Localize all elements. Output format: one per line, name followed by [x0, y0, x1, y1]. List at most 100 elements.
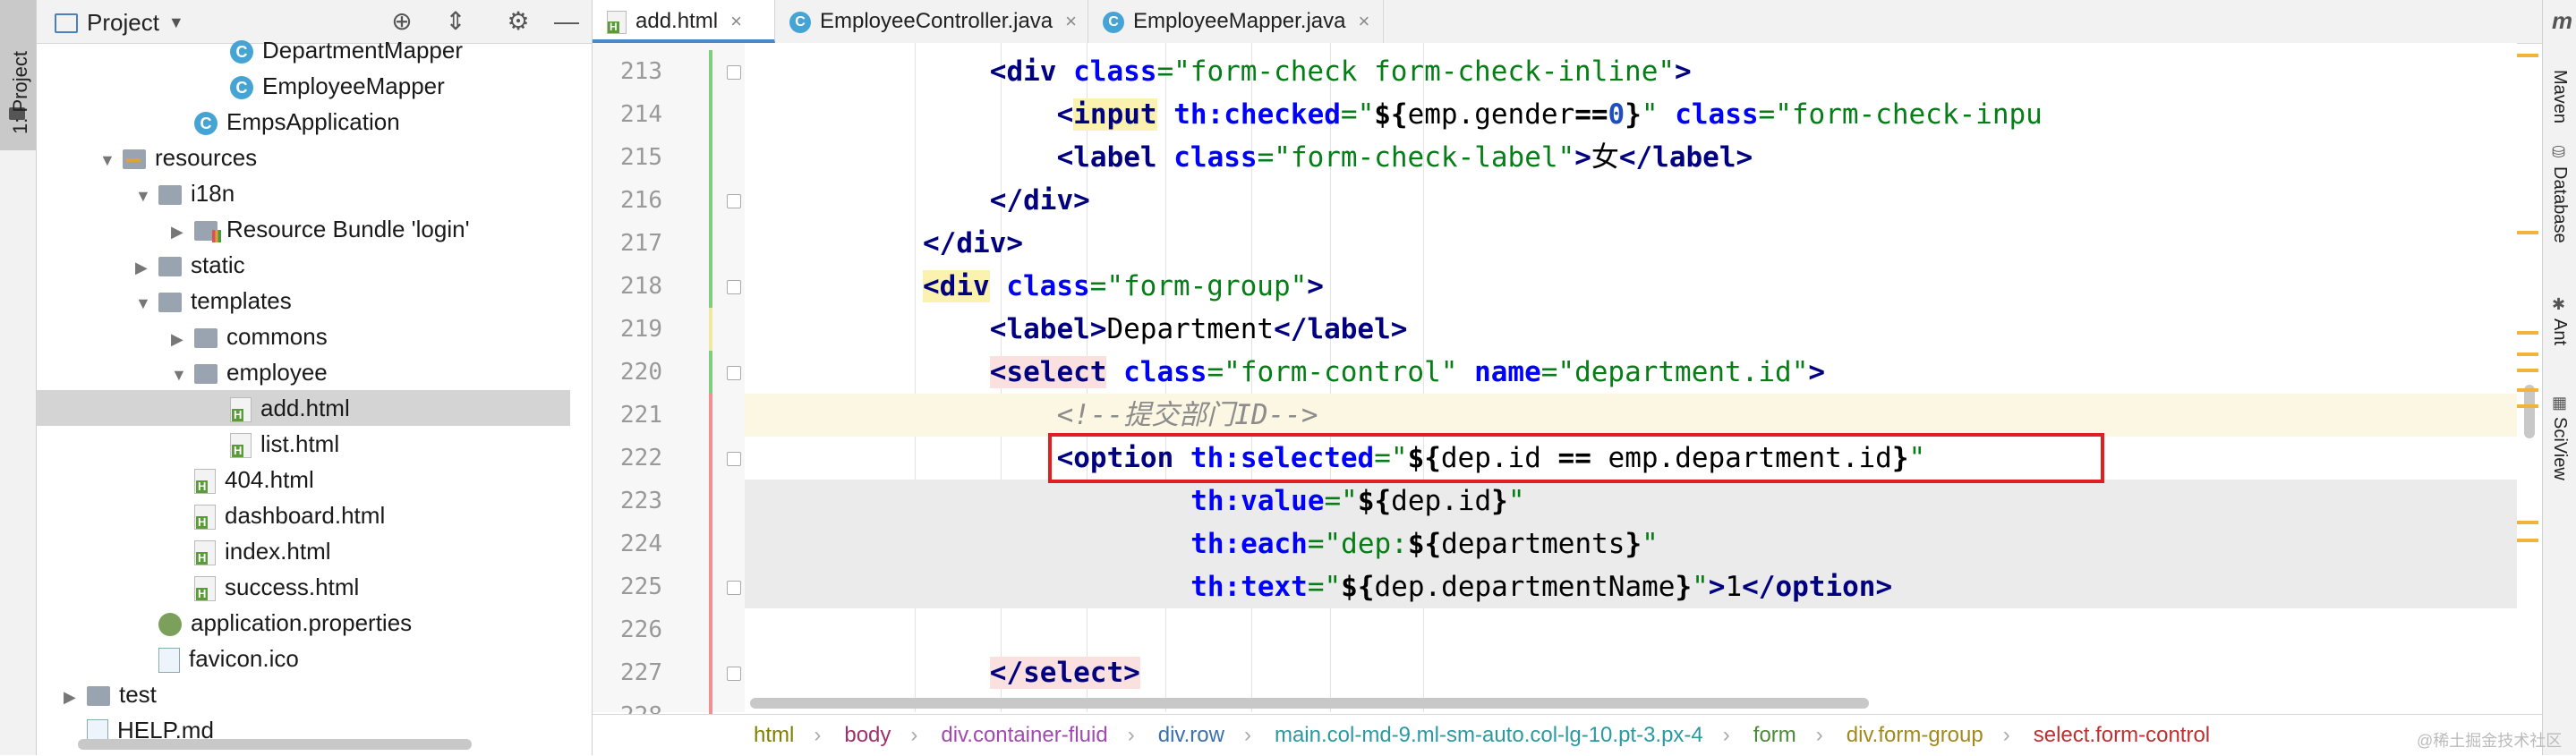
error-stripe-mark[interactable] [2517, 404, 2538, 408]
tree-item[interactable]: ▶ Resource Bundle 'login' [37, 211, 570, 247]
fold-marker-icon[interactable] [727, 280, 741, 294]
project-panel: Project ▼ ⊕ ⇕ ⚙ — C DepartmentMapper C Empl… [37, 0, 593, 755]
chevron-down-icon[interactable]: ▼ [171, 357, 194, 393]
close-icon[interactable]: × [730, 10, 742, 32]
error-stripe-mark[interactable] [2517, 54, 2538, 57]
tree-item[interactable]: ▶ commons [37, 319, 570, 354]
current-line-highlight [745, 394, 2517, 437]
right-tool-tab[interactable]: Ant [2549, 319, 2570, 345]
chevron-right-icon[interactable]: ▶ [171, 321, 194, 357]
fold-marker-icon[interactable] [727, 65, 741, 80]
error-stripe-mark[interactable] [2517, 353, 2538, 356]
code-token: =" [1340, 98, 1375, 131]
class-icon: C [194, 112, 218, 136]
fold-marker-icon[interactable] [727, 366, 741, 380]
tree-item[interactable]: ▼ i18n [37, 175, 570, 211]
breadcrumb-item[interactable]: div.form-group [1847, 723, 1983, 747]
breadcrumb-item[interactable]: div.container-fluid [941, 723, 1107, 747]
error-stripe-mark[interactable] [2517, 388, 2538, 392]
chevron-down-icon[interactable]: ▼ [135, 178, 158, 214]
right-tool-tab[interactable]: Maven [2549, 70, 2570, 123]
error-stripe-mark[interactable] [2517, 331, 2538, 335]
editor-vertical-scrollbar[interactable] [2524, 385, 2535, 438]
code-token: <label> [989, 313, 1107, 345]
editor-tab[interactable]: C EmployeeMapper.java × [1088, 0, 1384, 43]
tree-item[interactable]: ▶ static [37, 247, 570, 283]
project-tool-tab[interactable]: 1: Project [0, 0, 36, 150]
code-token: > [1675, 55, 1692, 88]
fold-marker-icon[interactable] [727, 667, 741, 681]
editor-tab[interactable]: C EmployeeController.java × [775, 0, 1088, 43]
indent-guide [915, 43, 916, 712]
line-number: 215 [620, 144, 662, 171]
editor-horizontal-scrollbar[interactable] [750, 698, 1869, 709]
breadcrumb-item[interactable]: html [754, 723, 794, 747]
fold-marker-icon[interactable] [727, 194, 741, 208]
tree-item-label: DepartmentMapper [262, 37, 463, 64]
close-icon[interactable]: × [1065, 10, 1077, 32]
code-token: input [1073, 98, 1157, 131]
chevron-right-icon[interactable]: ▶ [135, 250, 158, 285]
code-token: ${ [1341, 571, 1375, 603]
code-token: > [1808, 356, 1826, 388]
tree-item[interactable]: dashboard.html [37, 497, 570, 533]
tree-item[interactable]: C DepartmentMapper [37, 32, 570, 68]
tree-item[interactable]: ▶ test [37, 676, 570, 712]
folder-icon [194, 364, 218, 385]
tree-item[interactable]: index.html [37, 533, 570, 569]
chevron-right-icon[interactable]: ▶ [64, 679, 87, 715]
tree-item[interactable]: 404.html [37, 462, 570, 497]
editor-tab[interactable]: add.html × [593, 0, 775, 43]
tree-item[interactable]: C EmployeeMapper [37, 68, 570, 104]
chevron-right-icon[interactable]: ▶ [171, 214, 194, 250]
vcs-change-marker[interactable] [709, 308, 712, 351]
line-number: 214 [620, 101, 662, 128]
error-stripe-mark[interactable] [2517, 539, 2538, 542]
code-token: <!--提交部门ID--> [1056, 399, 1318, 431]
code-token: < [1056, 98, 1074, 131]
fold-marker-icon[interactable] [727, 581, 741, 595]
code-token: } [1491, 485, 1508, 517]
properties-file-icon [158, 613, 182, 637]
error-stripe-mark[interactable] [2517, 521, 2538, 524]
breadcrumb-item[interactable]: div.row [1158, 723, 1224, 747]
code-token: <div [989, 55, 1057, 88]
tree-item[interactable]: add.html [37, 390, 570, 426]
tree-item[interactable]: application.properties [37, 605, 570, 641]
chevron-down-icon[interactable]: ▼ [135, 285, 158, 321]
breadcrumb-item[interactable]: form [1753, 723, 1796, 747]
code-token: th:checked [1173, 98, 1341, 131]
code-line: </div> [990, 179, 1090, 222]
tree-item[interactable]: success.html [37, 569, 570, 605]
code-token: =" [1307, 571, 1342, 603]
tree-item[interactable]: C EmpsApplication [37, 104, 570, 140]
breadcrumb-item[interactable]: select.form-control [2034, 723, 2210, 747]
breadcrumb-item[interactable]: main.col-md-9.ml-sm-auto.col-lg-10.pt-3.… [1275, 723, 1703, 747]
project-horizontal-scrollbar[interactable] [78, 739, 472, 750]
code-token: " [1507, 485, 1525, 517]
chevron-down-icon[interactable]: ▼ [99, 142, 123, 178]
breadcrumb-item[interactable]: body [844, 723, 891, 747]
vcs-change-marker[interactable] [709, 394, 712, 752]
right-tool-tab[interactable]: Database [2549, 166, 2570, 243]
tree-item-label: favicon.ico [189, 645, 299, 672]
right-tool-tab[interactable]: SciView [2549, 417, 2570, 480]
tree-item[interactable]: ▼ employee [37, 354, 570, 390]
chevron-down-icon: ▼ [167, 13, 184, 31]
project-view-icon [55, 13, 78, 33]
tree-item[interactable]: ▼ templates [37, 283, 570, 319]
close-icon[interactable]: × [1358, 10, 1369, 32]
error-stripe-mark[interactable] [2517, 231, 2538, 234]
error-stripe-mark[interactable] [2517, 369, 2538, 372]
fold-marker-icon[interactable] [727, 452, 741, 466]
code-area[interactable]: <div class="form-check form-check-inline… [745, 43, 2517, 712]
code-token: ="form-group" [1089, 270, 1308, 302]
tree-item[interactable]: favicon.ico [37, 641, 570, 676]
editor-tab-label: add.html [635, 9, 719, 33]
tree-item[interactable]: list.html [37, 426, 570, 462]
tree-item[interactable]: ▼ resources [37, 140, 570, 175]
